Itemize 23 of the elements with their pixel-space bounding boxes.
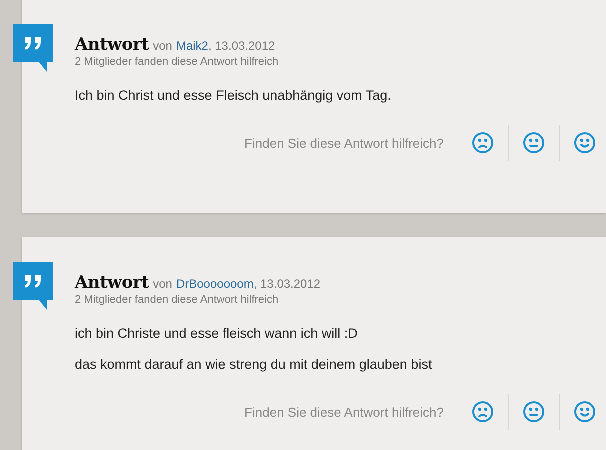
sad-face-icon[interactable] bbox=[472, 401, 494, 423]
answer-title: Antwort bbox=[75, 35, 150, 55]
neutral-face-icon[interactable] bbox=[523, 132, 545, 154]
answer-text: das kommt darauf an wie streng du mit deinem glauben bist bbox=[75, 357, 434, 372]
smiley-face-icon[interactable] bbox=[574, 401, 596, 423]
feedback-prompt: Finden Sie diese Antwort hilfreich? bbox=[244, 136, 444, 150]
quote-icon bbox=[13, 262, 53, 310]
answer-date: , 13.03.2012 bbox=[254, 277, 321, 291]
neutral-face-icon[interactable] bbox=[523, 401, 545, 423]
sad-face-icon[interactable] bbox=[472, 132, 494, 154]
helpful-count: 2 Mitglieder fanden diese Antwort hilfreich bbox=[75, 294, 280, 306]
author-link[interactable]: DrBooooooom bbox=[176, 277, 254, 291]
answer-date: , 13.03.2012 bbox=[208, 39, 276, 53]
helpful-count: 2 Mitglieder fanden diese Antwort hilfreich bbox=[75, 56, 280, 68]
smiley-face-icon[interactable] bbox=[574, 132, 596, 154]
quote-icon bbox=[13, 24, 53, 72]
answer-title: Antwort bbox=[75, 273, 150, 293]
answer-text: Ich bin Christ und esse Fleisch unabhängig vom Tag. bbox=[75, 88, 392, 103]
author-prefix: von bbox=[153, 39, 172, 53]
answer-text: ich bin Christe und esse fleisch wann ich will :D bbox=[75, 326, 359, 341]
author-link[interactable]: Maik2 bbox=[176, 39, 208, 53]
feedback-prompt: Finden Sie diese Antwort hilfreich? bbox=[244, 404, 444, 420]
author-prefix: von bbox=[153, 277, 172, 291]
